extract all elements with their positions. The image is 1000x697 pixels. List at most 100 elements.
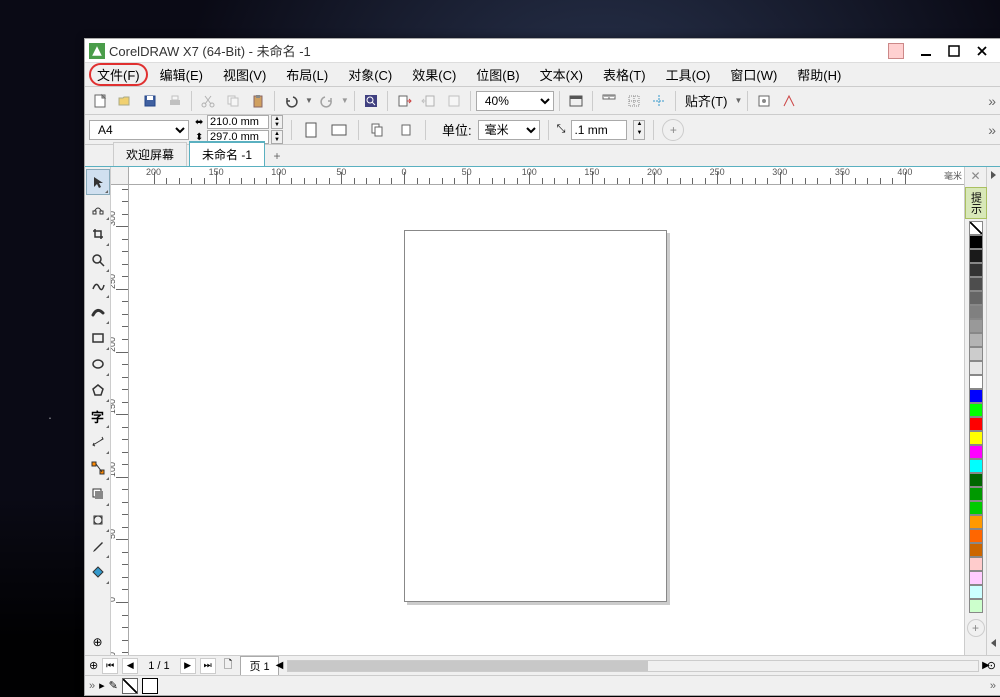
hints-docker-tab[interactable]: 提示 — [965, 187, 987, 219]
menu-layout[interactable]: 布局(L) — [278, 63, 336, 86]
color-swatch[interactable] — [969, 431, 983, 445]
horizontal-scrollbar[interactable]: ◀ ▶ — [287, 660, 979, 672]
connector-tool[interactable] — [86, 455, 110, 481]
new-tab-button[interactable]: + — [267, 146, 287, 166]
color-swatch[interactable] — [969, 235, 983, 249]
color-swatch[interactable] — [969, 599, 983, 613]
next-page-button[interactable]: ▶ — [180, 658, 196, 674]
shape-tool[interactable] — [86, 195, 110, 221]
tab-welcome[interactable]: 欢迎屏幕 — [113, 142, 187, 166]
color-swatch[interactable] — [969, 459, 983, 473]
crop-tool[interactable] — [86, 221, 110, 247]
statusbar-overflow-right[interactable]: » — [990, 680, 996, 692]
tab-document[interactable]: 未命名 -1 — [189, 141, 265, 166]
drawing-canvas[interactable] — [129, 185, 964, 655]
user-account-icon[interactable] — [888, 43, 904, 59]
color-swatch[interactable] — [969, 291, 983, 305]
menu-window[interactable]: 窗口(W) — [722, 63, 785, 86]
show-guides-button[interactable] — [648, 90, 670, 112]
horizontal-scroll-thumb[interactable] — [288, 661, 648, 671]
color-swatch[interactable] — [969, 473, 983, 487]
text-tool[interactable]: 字 — [86, 403, 110, 429]
current-page-button[interactable] — [395, 119, 417, 141]
polygon-tool[interactable] — [86, 377, 110, 403]
palette-more-button[interactable]: + — [967, 619, 985, 637]
menu-edit[interactable]: 编辑(E) — [152, 63, 211, 86]
undo-dropdown[interactable]: ▼ — [305, 96, 313, 105]
prev-page-button[interactable]: ◀ — [122, 658, 138, 674]
menu-object[interactable]: 对象(C) — [340, 63, 400, 86]
paste-button[interactable] — [247, 90, 269, 112]
paper-size-select[interactable]: A4 — [89, 120, 189, 140]
no-color-swatch[interactable] — [969, 221, 983, 235]
interactive-fill-tool[interactable] — [86, 559, 110, 585]
statusbar-overflow[interactable]: » — [89, 680, 95, 692]
minimize-button[interactable] — [912, 41, 940, 61]
parallel-dimension-tool[interactable] — [86, 429, 110, 455]
redo-button[interactable] — [316, 90, 338, 112]
color-swatch[interactable] — [969, 319, 983, 333]
rectangle-tool[interactable] — [86, 325, 110, 351]
eyedropper-tool[interactable] — [86, 533, 110, 559]
width-spinner[interactable]: ▲▼ — [271, 115, 283, 129]
color-swatch[interactable] — [969, 263, 983, 277]
close-button[interactable] — [968, 41, 996, 61]
menu-bitmap[interactable]: 位图(B) — [468, 63, 527, 86]
menu-tool[interactable]: 工具(O) — [658, 63, 719, 86]
copy-button[interactable] — [222, 90, 244, 112]
color-swatch[interactable] — [969, 571, 983, 585]
palette-close-icon[interactable]: ✕ — [968, 169, 984, 185]
launch-button[interactable] — [778, 90, 800, 112]
open-button[interactable] — [114, 90, 136, 112]
snap-button[interactable]: 贴齐(T) — [681, 91, 732, 110]
docker-expand-arrow[interactable] — [991, 171, 996, 179]
docker-expand-arrow-2[interactable] — [991, 639, 996, 647]
color-swatch[interactable] — [969, 347, 983, 361]
toolbox-expand[interactable]: ⊕ — [86, 629, 110, 655]
duplicate-distance-button[interactable]: + — [662, 119, 684, 141]
page[interactable] — [404, 230, 667, 602]
height-spinner[interactable]: ▲▼ — [271, 130, 283, 144]
nudge-spinner[interactable]: ▲▼ — [633, 120, 645, 140]
cut-button[interactable] — [197, 90, 219, 112]
freehand-tool[interactable] — [86, 273, 110, 299]
export-button[interactable] — [418, 90, 440, 112]
page-tab[interactable]: 页 1 — [240, 656, 278, 676]
last-page-button[interactable]: ⏭ — [200, 658, 216, 674]
search-content-button[interactable] — [360, 90, 382, 112]
propbar-overflow[interactable]: » — [988, 122, 996, 138]
color-swatch[interactable] — [969, 417, 983, 431]
publish-pdf-button[interactable] — [443, 90, 465, 112]
menu-effect[interactable]: 效果(C) — [404, 63, 464, 86]
color-swatch[interactable] — [969, 305, 983, 319]
undo-button[interactable] — [280, 90, 302, 112]
color-swatch[interactable] — [969, 389, 983, 403]
menu-file[interactable]: 文件(F) — [89, 63, 148, 86]
outline-swatch[interactable] — [142, 678, 158, 694]
unit-select[interactable]: 毫米 — [478, 120, 540, 140]
color-swatch[interactable] — [969, 557, 983, 571]
transparency-tool[interactable] — [86, 507, 110, 533]
redo-dropdown[interactable]: ▼ — [341, 96, 349, 105]
vertical-ruler[interactable]: -50050100150200250300 — [111, 185, 129, 655]
color-swatch[interactable] — [969, 333, 983, 347]
menu-text[interactable]: 文本(X) — [532, 63, 591, 86]
menu-view[interactable]: 视图(V) — [215, 63, 274, 86]
color-swatch[interactable] — [969, 529, 983, 543]
save-button[interactable] — [139, 90, 161, 112]
menu-help[interactable]: 帮助(H) — [789, 63, 849, 86]
artistic-media-tool[interactable] — [86, 299, 110, 325]
color-swatch[interactable] — [969, 361, 983, 375]
color-swatch[interactable] — [969, 543, 983, 557]
zoom-select[interactable]: 40% — [476, 91, 554, 111]
color-swatch[interactable] — [969, 249, 983, 263]
color-swatch[interactable] — [969, 375, 983, 389]
maximize-button[interactable] — [940, 41, 968, 61]
import-button[interactable] — [393, 90, 415, 112]
show-grid-button[interactable] — [623, 90, 645, 112]
add-page-button[interactable]: 🗋 — [220, 656, 237, 675]
color-swatch[interactable] — [969, 403, 983, 417]
color-swatch[interactable] — [969, 277, 983, 291]
color-swatch[interactable] — [969, 445, 983, 459]
color-swatch[interactable] — [969, 585, 983, 599]
